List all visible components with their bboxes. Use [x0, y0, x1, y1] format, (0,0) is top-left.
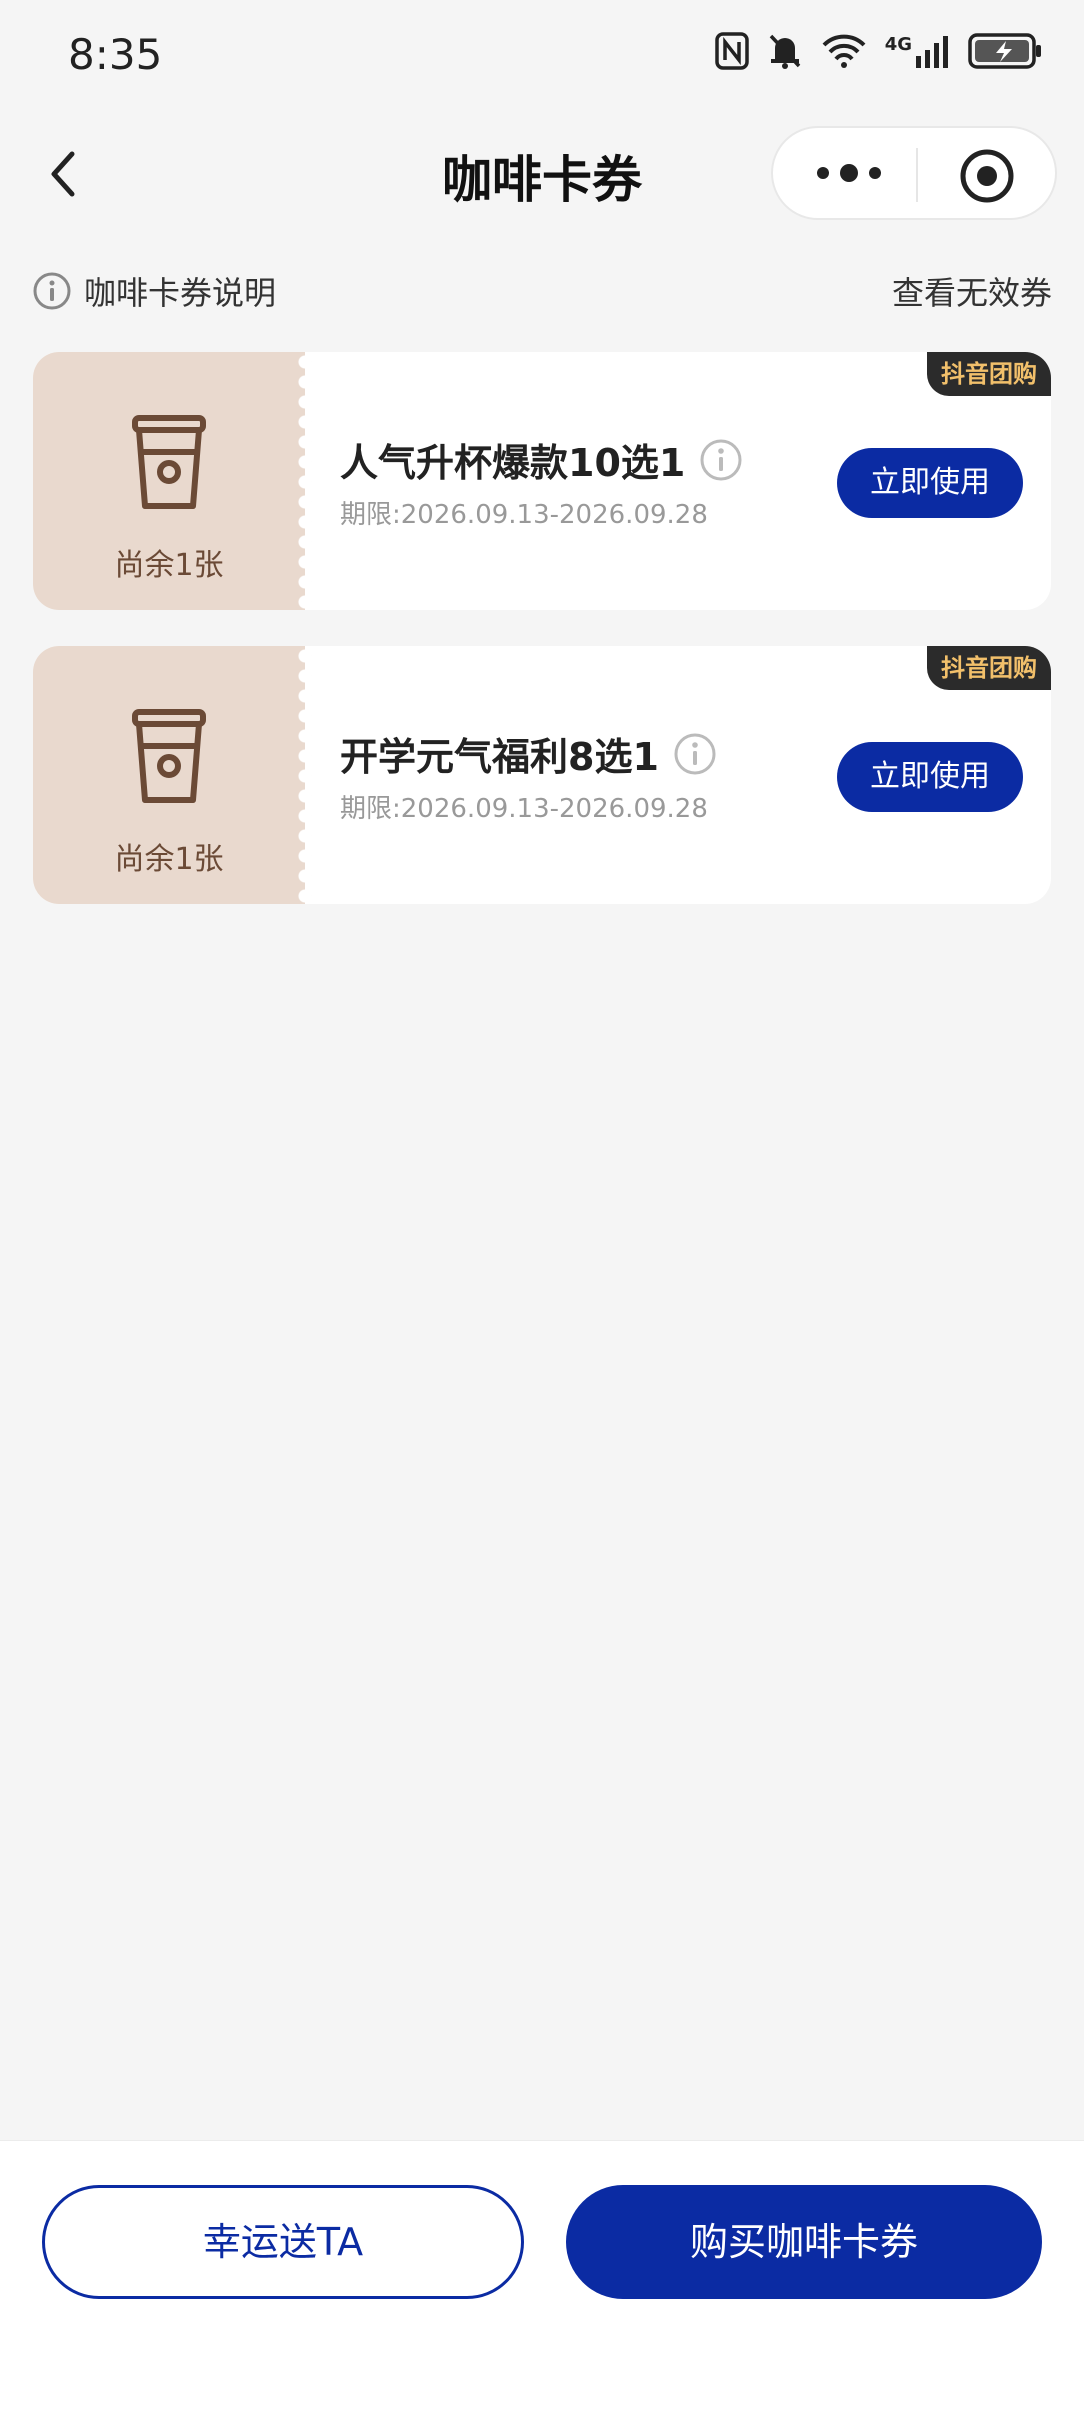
bottom-action-bar: 幸运送TA 购买咖啡卡券 — [0, 2140, 1084, 2413]
use-now-button[interactable]: 立即使用 — [837, 448, 1023, 518]
battery-charging-icon — [968, 33, 1041, 69]
coupon-stub: 尚余1张 — [33, 352, 305, 610]
coupon-title: 人气升杯爆款10选1 — [340, 441, 686, 485]
remaining-count: 尚余1张 — [114, 548, 224, 583]
status-icons: 4G — [714, 32, 1044, 70]
wifi-icon — [822, 34, 866, 68]
buy-coffee-coupon-button[interactable]: 购买咖啡卡券 — [566, 2185, 1042, 2299]
target-icon[interactable] — [959, 148, 1015, 204]
status-time: 8:35 — [68, 30, 163, 79]
perforation — [295, 646, 315, 904]
view-invalid-coupons-link[interactable]: 查看无效券 — [892, 268, 1052, 314]
info-icon[interactable] — [699, 438, 743, 482]
coffee-cup-icon — [132, 709, 206, 803]
signal-icon — [916, 36, 948, 68]
coupon-title: 开学元气福利8选1 — [340, 735, 659, 779]
coupon-title-row: 人气升杯爆款10选1 — [340, 432, 743, 487]
coupon-card: 尚余1张 抖音团购 人气升杯爆款10选1 期限:2026.09.13-2026.… — [33, 352, 1051, 610]
info-icon[interactable] — [673, 732, 717, 776]
signal-indicator: 4G — [885, 34, 950, 68]
perforation — [295, 352, 315, 610]
coffee-cup-icon — [132, 415, 206, 509]
douyin-groupbuy-tag: 抖音团购 — [927, 646, 1051, 690]
coupon-instructions-link[interactable]: 咖啡卡券说明 — [32, 268, 276, 314]
coupon-title-row: 开学元气福利8选1 — [340, 726, 717, 781]
coupon-card: 尚余1张 抖音团购 开学元气福利8选1 期限:2026.09.13-2026.0… — [33, 646, 1051, 904]
gift-to-friend-button[interactable]: 幸运送TA — [42, 2185, 524, 2299]
douyin-groupbuy-tag: 抖音团购 — [927, 352, 1051, 396]
coupon-instructions-label: 咖啡卡券说明 — [84, 274, 277, 312]
coupon-validity: 期限:2026.09.13-2026.09.28 — [340, 794, 708, 824]
capsule-divider — [916, 148, 918, 202]
status-bar: 8:35 4G — [0, 0, 1084, 110]
nav-bar: 咖啡卡券 — [0, 120, 1084, 230]
coupon-stub: 尚余1张 — [33, 646, 305, 904]
network-type: 4G — [884, 34, 912, 55]
info-row: 咖啡卡券说明 查看无效券 — [32, 268, 1052, 314]
coupon-validity: 期限:2026.09.13-2026.09.28 — [340, 500, 708, 530]
use-now-button[interactable]: 立即使用 — [837, 742, 1023, 812]
mini-program-capsule — [771, 126, 1057, 220]
info-icon — [33, 272, 71, 310]
bell-muted-icon — [769, 34, 800, 69]
more-dots-icon[interactable] — [809, 148, 889, 198]
remaining-count: 尚余1张 — [114, 842, 224, 877]
nfc-icon — [714, 32, 749, 70]
